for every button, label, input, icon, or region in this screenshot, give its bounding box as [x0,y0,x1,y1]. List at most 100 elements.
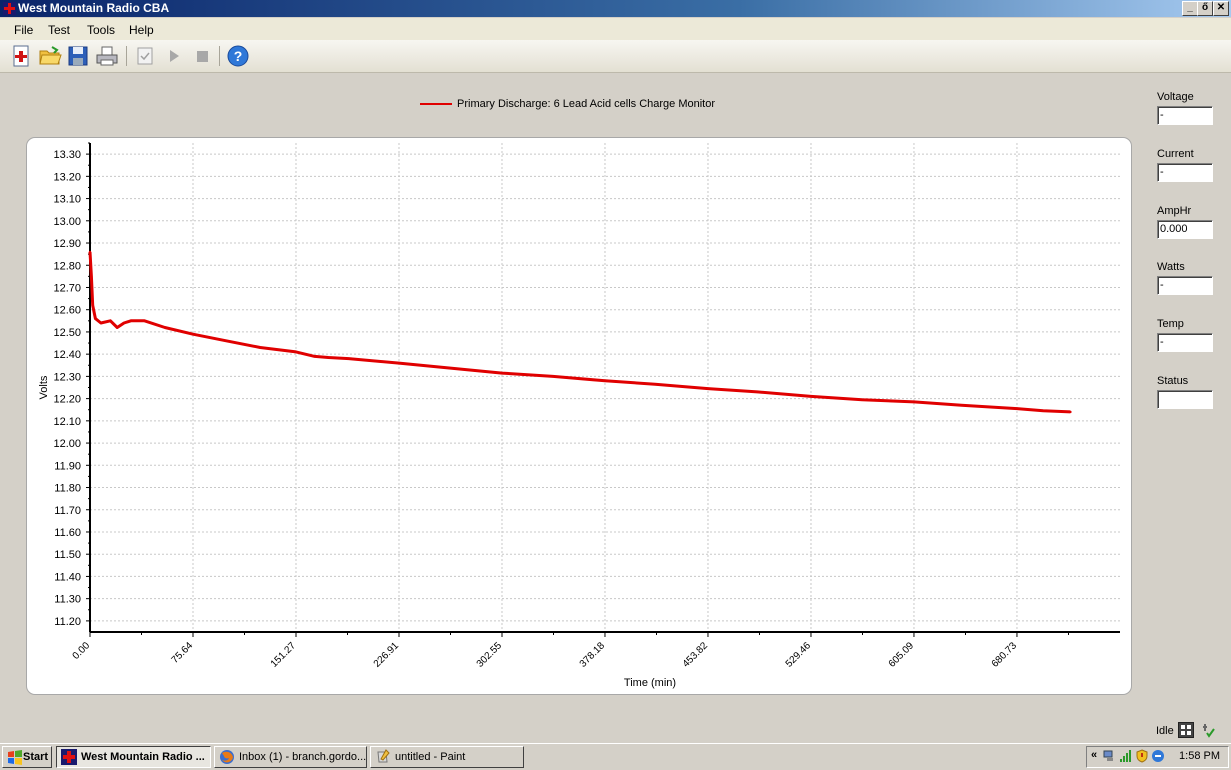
x-tick-label: 680.73 [990,640,1020,670]
checklist-button[interactable] [133,44,157,68]
y-tick-label: 13.20 [53,171,81,183]
y-tick-label: 11.30 [54,594,81,606]
y-tick-label: 12.90 [53,238,81,250]
data-point [163,326,167,329]
y-tick-label: 12.10 [53,416,81,428]
title-bar[interactable]: West Mountain Radio CBA _ ő ✕ [0,0,1231,17]
data-point [224,339,228,343]
y-tick-label: 12.50 [53,327,81,339]
security-shield-icon[interactable] [1135,749,1149,763]
x-tick-label: 226.91 [372,640,402,670]
paint-icon [377,749,390,763]
data-point [960,404,963,407]
close-button[interactable]: ✕ [1213,1,1229,16]
open-button[interactable] [38,44,62,68]
save-button[interactable] [66,44,90,68]
grid-status-icon[interactable] [1178,722,1194,738]
data-point [122,321,126,325]
help-icon: ? [227,45,249,67]
status-field [1157,390,1213,409]
play-icon [170,50,179,62]
restore-button[interactable]: ő [1197,1,1213,16]
menu-tools[interactable]: Tools [87,23,115,37]
data-point [1041,409,1045,413]
taskbar-item-label: West Mountain Radio ... [81,751,205,763]
menu-test[interactable]: Test [48,23,70,37]
window-title: West Mountain Radio CBA [18,1,170,15]
svg-text:?: ? [234,48,243,64]
checklist-icon [137,47,153,65]
y-tick-label: 11.40 [54,571,81,583]
status-label: Status [1157,375,1189,387]
voltage-field: - [1157,106,1213,125]
current-field: - [1157,163,1213,182]
menu-bar: File Test Tools Help [0,18,1231,40]
taskbar-item-label: untitled - Paint [395,751,466,763]
data-point [259,346,262,349]
data-point [294,350,298,354]
open-folder-icon [39,46,62,65]
y-tick-label: 13.00 [53,216,81,228]
data-point [88,250,92,254]
data-point [442,366,446,369]
y-tick-label: 11.60 [54,527,81,539]
status-strip: Idle [0,718,1231,742]
data-point [91,304,94,307]
print-icon [96,46,118,66]
data-point [500,371,504,375]
x-tick-label: 378.18 [578,640,608,670]
toolbar: ? [0,40,1231,73]
menu-file[interactable]: File [14,23,33,37]
start-button[interactable]: Start [2,746,52,768]
y-tick-label: 13.30 [53,149,81,161]
data-point [109,319,112,323]
x-tick-label: 151.27 [269,640,299,670]
cba-app-icon [61,749,77,765]
minimize-button[interactable]: _ [1182,1,1198,16]
current-label: Current [1157,148,1194,160]
new-test-button[interactable] [9,44,33,68]
play-button[interactable] [162,44,186,68]
data-point [99,321,103,325]
x-tick-label: 75.64 [170,640,196,666]
x-tick-label: 302.55 [475,640,505,670]
messenger-icon[interactable] [1151,749,1165,763]
connection-status-icon[interactable] [1199,722,1215,738]
data-point [116,326,119,329]
taskbar: Start West Mountain Radio ... Inbox (1) … [0,743,1231,770]
stop-button[interactable] [190,44,214,68]
data-point [603,379,607,383]
y-tick-label: 11.80 [54,483,81,495]
network-icon[interactable] [1103,749,1117,763]
voltage-label: Voltage [1157,91,1194,103]
legend-label: Primary Discharge: 6 Lead Acid cells Cha… [457,98,716,110]
firefox-icon [220,750,234,764]
taskbar-item-cba[interactable]: West Mountain Radio ... [56,746,211,768]
tray-expand-icon[interactable]: « [1091,749,1097,761]
amphr-label: AmpHr [1157,205,1192,217]
watts-field: - [1157,276,1213,295]
print-button[interactable] [95,44,119,68]
y-tick-label: 12.80 [53,260,81,272]
data-point [397,361,401,365]
data-point [327,356,330,359]
toolbar-separator [126,46,127,66]
menu-help[interactable]: Help [129,23,154,37]
data-point [706,387,710,390]
signal-strength-icon[interactable] [1119,749,1133,763]
watts-label: Watts [1157,261,1185,273]
help-button[interactable]: ? [226,44,250,68]
toolbar-separator [219,46,220,66]
x-axis-label: Time (min) [624,677,676,689]
taskbar-item-inbox[interactable]: Inbox (1) - branch.gordo... [214,746,367,768]
y-tick-label: 11.90 [54,460,81,472]
x-tick-label: 605.09 [887,640,917,670]
y-tick-label: 12.60 [53,305,81,317]
y-tick-label: 12.30 [53,371,81,383]
x-tick-label: 453.82 [681,640,711,670]
data-point [756,390,759,394]
windows-flag-icon [8,750,22,765]
idle-status: Idle [1156,725,1174,737]
taskbar-item-paint[interactable]: untitled - Paint [370,746,524,768]
data-point [1069,410,1072,414]
